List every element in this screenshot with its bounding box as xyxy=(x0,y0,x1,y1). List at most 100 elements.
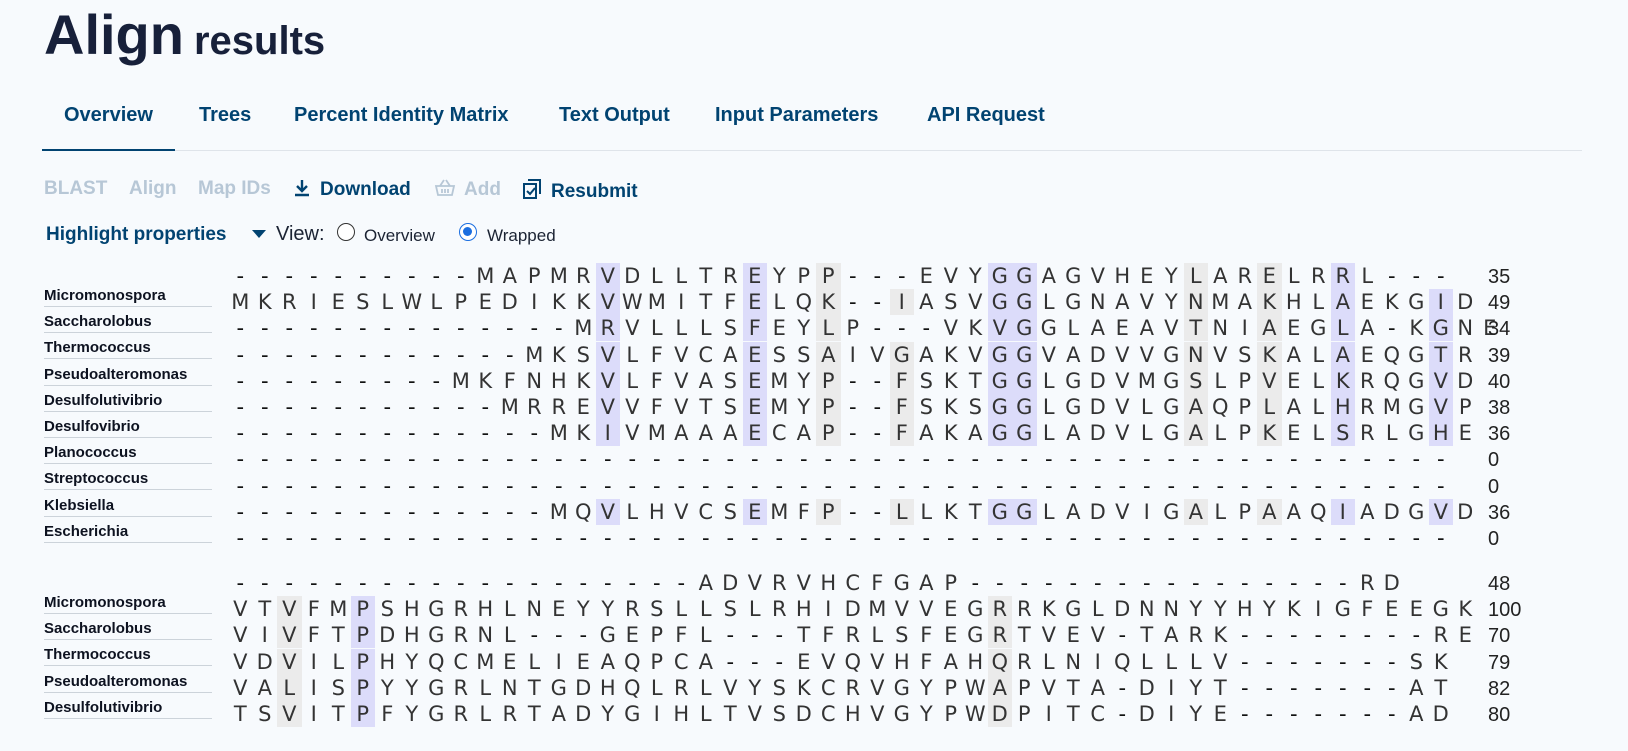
residue: - xyxy=(285,368,294,393)
radio-wrapped[interactable] xyxy=(459,223,477,241)
radio-wrapped-label[interactable]: Wrapped xyxy=(487,226,556,246)
residue: P xyxy=(816,263,841,289)
residue: D xyxy=(1383,571,1400,595)
residue: K xyxy=(576,290,591,315)
residue: - xyxy=(677,526,686,550)
residue: - xyxy=(309,473,318,498)
residue: - xyxy=(432,499,441,524)
highlight-properties-dropdown[interactable]: Highlight properties xyxy=(46,224,227,246)
residue: - xyxy=(236,499,245,524)
residue: - xyxy=(873,421,882,446)
residue: - xyxy=(799,473,808,498)
residue-count: 70 xyxy=(1488,625,1511,648)
residue: - xyxy=(628,447,637,472)
residue: I xyxy=(531,290,538,315)
residue: D xyxy=(1089,342,1106,367)
residue: E xyxy=(742,263,767,289)
species-label: Micromonospora xyxy=(44,283,212,307)
residue: - xyxy=(358,368,367,393)
residue: R xyxy=(1433,623,1449,648)
residue: A xyxy=(698,368,713,393)
residue: - xyxy=(579,447,588,472)
residue: - xyxy=(848,526,857,550)
residue: - xyxy=(456,571,465,595)
residue: V xyxy=(625,316,640,341)
residue: - xyxy=(1093,447,1102,472)
residue: H xyxy=(1330,394,1355,420)
residue: A xyxy=(698,571,713,595)
species-label: Klebsiella xyxy=(44,493,212,517)
residue: F xyxy=(889,367,914,394)
tab-percent-identity-matrix[interactable]: Percent Identity Matrix xyxy=(294,80,509,150)
residue: S xyxy=(797,342,811,367)
residue: - xyxy=(481,473,490,498)
residue: V xyxy=(968,290,983,315)
residue: L xyxy=(650,316,663,341)
species-label: Pseudoalteromonas xyxy=(44,669,212,693)
residue: G xyxy=(428,702,445,726)
tab-input-parameters[interactable]: Input Parameters xyxy=(715,80,878,150)
tab-trees[interactable]: Trees xyxy=(199,80,251,150)
blast-button[interactable]: BLAST xyxy=(44,178,107,200)
residue: Y xyxy=(1164,264,1178,288)
residue: V xyxy=(1428,498,1453,525)
residue: - xyxy=(1167,571,1176,595)
add-basket-button[interactable]: Add xyxy=(434,178,501,201)
sequence-row: ---------MKFNHKVLFVASEMYP--FSKTGGLGDVMGS… xyxy=(228,367,1478,394)
residue: G xyxy=(1432,597,1449,622)
residue: S xyxy=(723,499,737,524)
residue: R xyxy=(1188,623,1204,648)
sequence-row: ------------MKSVLFVCAESSAIVGAKVGGVADVVGN… xyxy=(228,341,1478,368)
residue: - xyxy=(1191,526,1200,550)
tab-overview[interactable]: Overview xyxy=(42,80,175,151)
residue: - xyxy=(750,526,759,550)
residue: E xyxy=(1257,263,1282,289)
residue: M xyxy=(329,597,348,622)
align-button[interactable]: Align xyxy=(129,178,177,200)
residue: - xyxy=(236,473,245,498)
residue: D xyxy=(1089,395,1106,419)
residue: K xyxy=(796,675,811,700)
residue: F xyxy=(724,290,737,315)
residue: T xyxy=(258,597,272,622)
radio-overview-label[interactable]: Overview xyxy=(364,226,435,246)
residue: K xyxy=(551,342,566,367)
residue: - xyxy=(1118,675,1127,700)
residue: - xyxy=(554,316,563,341)
residue: - xyxy=(873,395,882,419)
residue: - xyxy=(530,447,539,472)
resubmit-icon xyxy=(523,179,541,199)
residue: A xyxy=(1115,290,1130,315)
residue: T xyxy=(1183,315,1208,342)
residue: - xyxy=(334,447,343,472)
residue: - xyxy=(1363,649,1372,674)
residue: A xyxy=(1066,499,1081,524)
map-ids-button[interactable]: Map IDs xyxy=(198,178,271,200)
residue: G xyxy=(550,675,567,700)
tab-text-output[interactable]: Text Output xyxy=(559,80,670,150)
radio-overview[interactable] xyxy=(337,223,355,241)
residue: A xyxy=(723,342,738,367)
caret-down-icon[interactable] xyxy=(252,230,266,238)
residue: A xyxy=(1066,342,1081,367)
residue: G xyxy=(428,675,445,700)
sequence-row: VTVFMPSHGRHLNEYYRSLLSLRHIDMVVEGRRKGLDNNY… xyxy=(228,596,1478,623)
download-button[interactable]: Download xyxy=(292,178,411,201)
residue: A xyxy=(551,702,566,726)
tab-api-request[interactable]: API Request xyxy=(927,80,1045,150)
residue: - xyxy=(726,526,735,550)
residue: - xyxy=(1093,473,1102,498)
residue: - xyxy=(432,571,441,595)
residue: - xyxy=(897,264,906,288)
residue: - xyxy=(628,571,637,595)
resubmit-button[interactable]: Resubmit xyxy=(521,178,638,203)
sequence-row: TSVITPFYGRLRTADYGIHLTVSDCHVGYPWDPITC-DIY… xyxy=(228,701,1453,727)
residue: T xyxy=(1066,675,1080,700)
residue: - xyxy=(456,526,465,550)
residue: - xyxy=(1314,623,1323,648)
residue: S xyxy=(1238,342,1252,367)
residue: - xyxy=(1142,526,1151,550)
residue: S xyxy=(331,675,345,700)
residue: H xyxy=(844,702,861,726)
residue: A xyxy=(919,342,934,367)
